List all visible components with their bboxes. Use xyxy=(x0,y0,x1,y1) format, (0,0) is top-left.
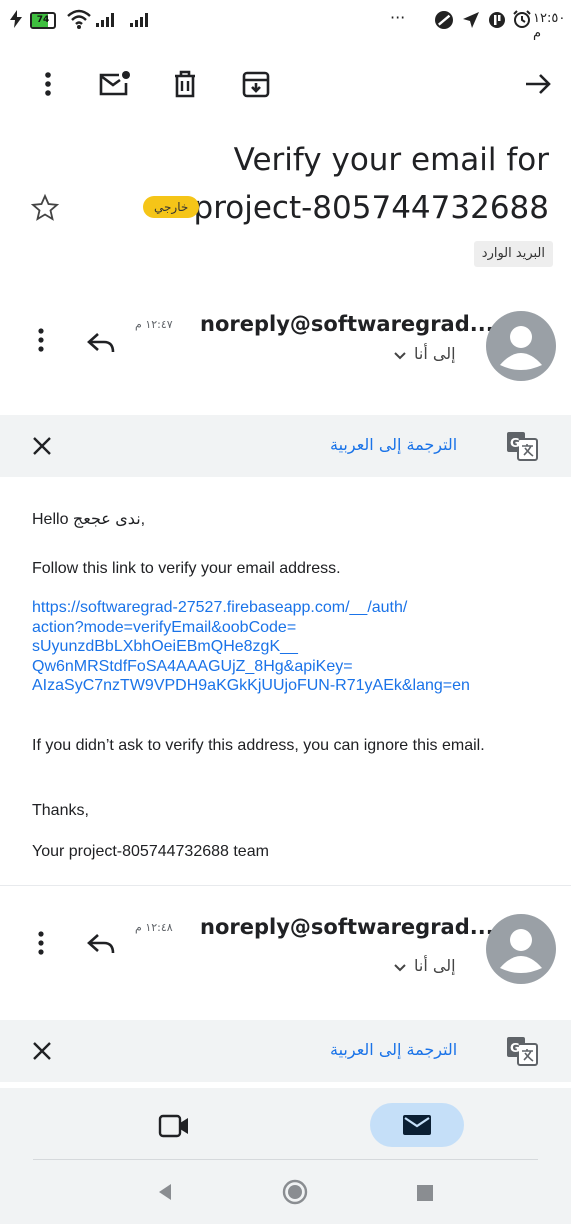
recipient-to-me[interactable]: إلى أنا xyxy=(414,956,456,975)
sender-name[interactable]: noreply@softwaregrad... xyxy=(200,312,494,336)
translate-link[interactable]: الترجمة إلى العربية xyxy=(330,1040,457,1059)
app-notification-icon xyxy=(488,10,506,30)
clock-time: ١٢:٥٠ م xyxy=(533,11,566,41)
translate-bar: الترجمة إلى العربية G xyxy=(0,415,571,477)
mark-unread-icon[interactable] xyxy=(97,68,130,100)
link-line[interactable]: action?mode=verifyEmail&oobCode= xyxy=(32,618,562,638)
video-meet-tab[interactable] xyxy=(158,1114,190,1138)
svg-text:G: G xyxy=(510,1041,520,1055)
greeting: Hello ندى عجعج, xyxy=(32,511,146,528)
reply-icon[interactable] xyxy=(86,931,116,957)
instruction: Follow this link to verify your email ad… xyxy=(32,560,341,577)
signature: Your project-805744732688 team xyxy=(32,843,269,860)
close-icon[interactable] xyxy=(31,1040,53,1062)
avatar xyxy=(486,311,556,381)
translate-bar: الترجمة إلى العربية G xyxy=(0,1020,571,1082)
more-vert-icon[interactable] xyxy=(30,929,52,959)
nav-divider xyxy=(33,1159,538,1160)
overflow-dots: ··· xyxy=(390,8,406,27)
signal-icon-2 xyxy=(130,10,160,28)
more-vert-icon[interactable] xyxy=(32,68,64,100)
avatar xyxy=(486,914,556,984)
external-badge: خارجي xyxy=(143,196,200,218)
dnd-icon xyxy=(434,10,454,30)
subject-line-1: Verify your email for xyxy=(233,142,549,178)
reply-icon[interactable] xyxy=(86,330,116,356)
more-vert-icon[interactable] xyxy=(30,326,52,356)
star-icon[interactable] xyxy=(30,193,60,223)
forward-arrow-icon[interactable] xyxy=(522,68,554,100)
inbox-label-chip[interactable]: البريد الوارد xyxy=(473,241,553,267)
battery-icon: 74 xyxy=(30,12,56,29)
link-line[interactable]: AIzaSyC7nzTW9VPDH9aKGkKjUUjoFUN-R71yAEk&… xyxy=(32,676,562,696)
link-line[interactable]: https://softwaregrad-27527.firebaseapp.c… xyxy=(32,598,562,618)
status-bar: 74 ··· ١٢:٥٠ م xyxy=(0,0,571,42)
wifi-icon xyxy=(66,8,92,30)
translate-icon: G xyxy=(506,1036,538,1066)
home-nav-icon[interactable] xyxy=(282,1179,308,1205)
back-nav-icon[interactable] xyxy=(155,1182,175,1202)
link-line[interactable]: Qw6nMRStdfFoSA4AAAGUjZ_8Hg&apiKey= xyxy=(32,657,562,677)
sender-name[interactable]: noreply@softwaregrad... xyxy=(200,915,494,939)
mail-tab[interactable] xyxy=(370,1103,464,1147)
message-time: ١٢:٤٨ م xyxy=(135,921,173,934)
verification-link[interactable]: https://softwaregrad-27527.firebaseapp.c… xyxy=(32,598,562,696)
message-time: ١٢:٤٧ م xyxy=(135,318,173,331)
close-icon[interactable] xyxy=(31,435,53,457)
alarm-icon xyxy=(512,9,532,29)
chevron-down-icon[interactable] xyxy=(393,963,407,973)
location-icon xyxy=(461,10,481,30)
archive-icon[interactable] xyxy=(240,68,272,100)
divider xyxy=(0,885,571,886)
charging-icon xyxy=(8,9,24,29)
ignore-note: If you didn’t ask to verify this address… xyxy=(32,737,485,754)
signal-icon xyxy=(96,10,126,28)
recipient-to-me[interactable]: إلى أنا xyxy=(414,344,456,363)
thanks: Thanks, xyxy=(32,802,89,819)
translate-icon: G xyxy=(506,431,538,461)
mail-icon xyxy=(402,1114,432,1136)
battery-level: 74 xyxy=(36,15,50,25)
svg-text:G: G xyxy=(510,436,520,450)
link-line[interactable]: sUyunzdBbLXbhOeiEBmQHe8zgK__ xyxy=(32,637,562,657)
translate-link[interactable]: الترجمة إلى العربية xyxy=(330,435,457,454)
delete-icon[interactable] xyxy=(169,68,201,100)
subject-line-2: project-805744732688 xyxy=(193,190,549,226)
recents-nav-icon[interactable] xyxy=(416,1184,434,1202)
chevron-down-icon[interactable] xyxy=(393,351,407,361)
